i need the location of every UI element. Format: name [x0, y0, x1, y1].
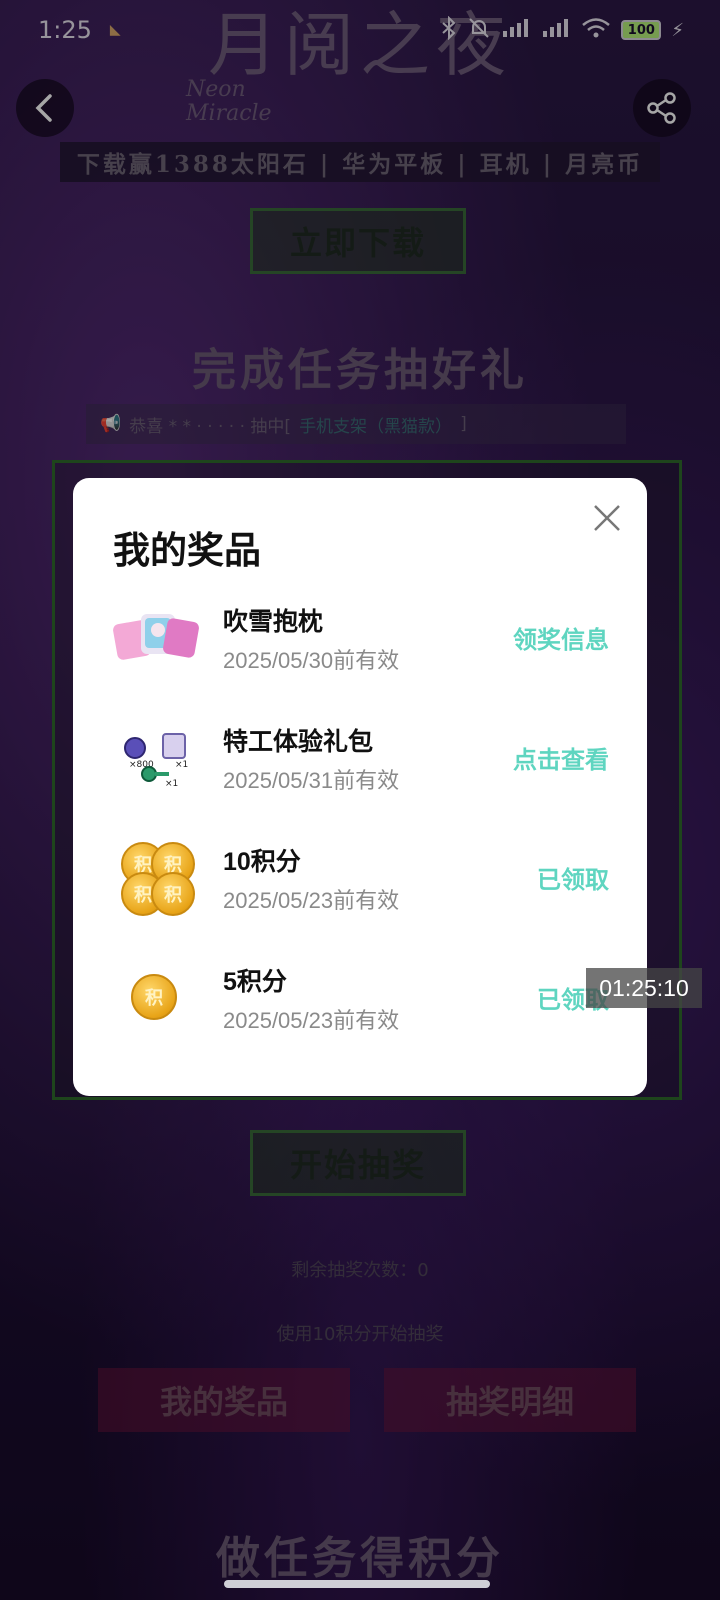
home-indicator[interactable] [224, 1580, 490, 1588]
prize-expiry: 2025/05/31前有效 [223, 768, 400, 793]
prize-row: ×800 ×1 ×1 特工体验礼包 2025/05/31前有效 点击查看 [73, 708, 647, 808]
gift-pack-image: ×800 ×1 ×1 [111, 720, 201, 796]
points-coins-image: 积 积 积 积 [111, 840, 201, 916]
my-prizes-modal: 我的奖品 吹雪抱枕 2025/05/30前有效 领奖信息 ×800 ×1 ×1 … [73, 478, 647, 1096]
points-coin-image: 积 [111, 960, 201, 1036]
prize-name: 5积分 [223, 968, 287, 996]
gift-label-x1a: ×1 [175, 760, 188, 770]
pillow-image [111, 600, 201, 676]
coin-icon: 积 [131, 974, 177, 1020]
prize-row: 积 积 积 积 10积分 2025/05/23前有效 已领取 [73, 828, 647, 928]
prize-row: 吹雪抱枕 2025/05/30前有效 领奖信息 [73, 588, 647, 688]
prize-name: 吹雪抱枕 [223, 608, 324, 636]
prize-name: 10积分 [223, 848, 301, 876]
close-button[interactable] [585, 496, 629, 540]
prize-expiry: 2025/05/30前有效 [223, 648, 400, 673]
gift-label-x1b: ×1 [165, 779, 178, 789]
close-icon [594, 505, 620, 531]
prize-info-link[interactable]: 领奖信息 [513, 620, 609, 655]
prize-expiry: 2025/05/23前有效 [223, 888, 400, 913]
prize-view-link[interactable]: 点击查看 [513, 740, 609, 775]
modal-title: 我的奖品 [113, 530, 261, 571]
prize-expiry: 2025/05/23前有效 [223, 1008, 400, 1033]
prize-row: 积 5积分 2025/05/23前有效 已领取 [73, 948, 647, 1048]
floating-timer: 01:25:10 [586, 968, 702, 1008]
prize-status: 已领取 [537, 867, 609, 894]
prize-name: 特工体验礼包 [223, 728, 374, 756]
coin-icon: 积 [151, 872, 195, 916]
